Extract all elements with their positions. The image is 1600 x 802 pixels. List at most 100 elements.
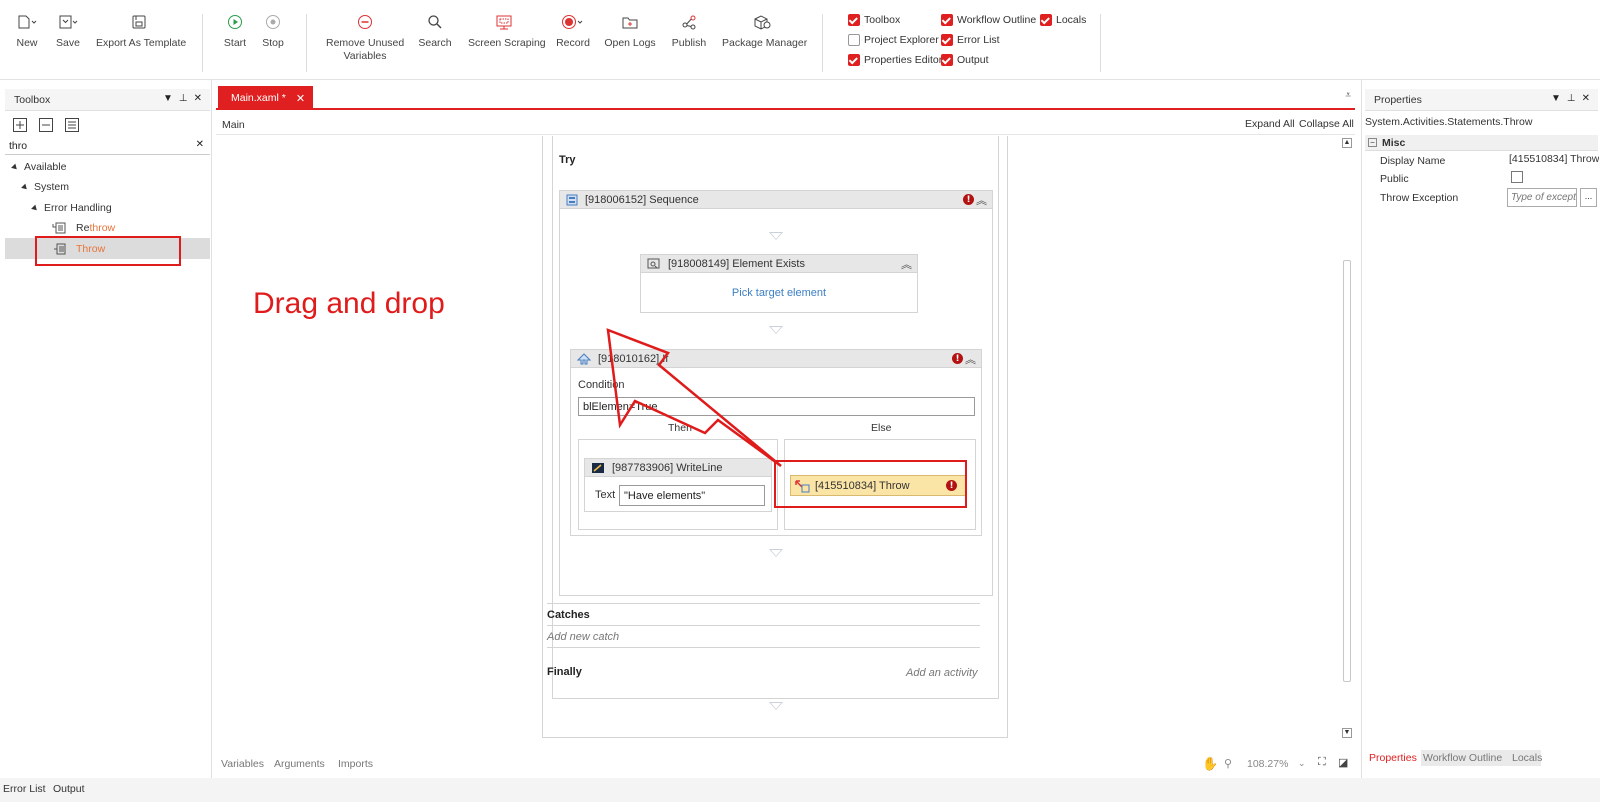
toolbox-panel: Toolbox ▼ ⊥ ✕ thro ✕ Available System Er… xyxy=(0,80,212,786)
throw-highlight-box xyxy=(35,236,181,266)
hand-pan-icon[interactable]: ✋ xyxy=(1202,756,1218,772)
tab-workflow-outline[interactable]: Workflow Outline xyxy=(1423,752,1502,764)
output-checkbox-label: Output xyxy=(957,54,989,66)
tree-item-rethrow[interactable]: Re throw xyxy=(52,222,115,234)
properties-editor-checkbox[interactable]: Properties Editor xyxy=(848,54,942,66)
toolbox-search-value: thro xyxy=(9,139,28,152)
toolbox-header: Toolbox ▼ ⊥ ✕ xyxy=(5,89,210,111)
overview-map-icon[interactable]: ◪ xyxy=(1338,756,1348,769)
tab-locals[interactable]: Locals xyxy=(1512,752,1542,764)
export-template-button[interactable]: Export As Template xyxy=(96,8,187,50)
tab-main-xaml[interactable]: Main.xaml * ✕ xyxy=(218,86,313,110)
share-icon xyxy=(682,15,696,30)
browse-type-button[interactable]: ... xyxy=(1580,188,1597,207)
export-template-label: Export As Template xyxy=(96,37,187,49)
tree-item-label: System xyxy=(34,181,70,193)
workflow-outline-checkbox[interactable]: Workflow Outline xyxy=(941,14,1036,26)
tab-properties[interactable]: Properties xyxy=(1369,752,1417,764)
search-label: Search xyxy=(418,37,452,49)
display-name-value[interactable]: [415510834] Throw xyxy=(1509,153,1599,165)
close-tab-icon[interactable]: ✕ xyxy=(296,92,305,105)
pin-icon[interactable]: ⊥ xyxy=(1567,93,1576,104)
new-file-icon xyxy=(18,15,37,29)
new-button[interactable]: New xyxy=(14,8,40,50)
expanded-arrow-icon xyxy=(21,183,29,191)
export-template-icon xyxy=(132,15,146,29)
new-label: New xyxy=(16,37,38,49)
properties-type-name: System.Activities.Statements.Throw xyxy=(1365,116,1533,128)
stop-button[interactable]: Stop xyxy=(260,8,286,50)
tab-variables[interactable]: Variables xyxy=(221,758,264,770)
play-icon xyxy=(228,15,242,29)
project-explorer-checkbox[interactable]: Project Explorer xyxy=(848,34,939,46)
project-explorer-checkbox-label: Project Explorer xyxy=(864,34,939,46)
publish-button[interactable]: Publish xyxy=(670,8,708,50)
screen-scraping-button[interactable]: Screen Scraping xyxy=(468,8,546,50)
toolbox-checkbox-label: Toolbox xyxy=(864,14,901,26)
ribbon-separator xyxy=(822,14,823,72)
remove-unused-variables-button[interactable]: Remove Unused Variables xyxy=(326,8,404,63)
breadcrumb[interactable]: Main xyxy=(222,119,245,131)
checkbox-checked-icon xyxy=(941,14,953,26)
zoom-search-icon[interactable]: ⚲ xyxy=(1224,757,1232,770)
record-label: Record xyxy=(556,37,590,49)
properties-header: Properties ▼ ⊥ ✕ xyxy=(1365,89,1598,111)
close-icon[interactable]: ✕ xyxy=(1582,93,1590,104)
dropdown-icon[interactable]: ▼ xyxy=(1551,93,1561,104)
tab-imports[interactable]: Imports xyxy=(338,758,373,770)
workflow-canvas[interactable]: Try [918006152] Sequence ! ︽ [918008149]… xyxy=(216,136,1355,756)
zoom-dropdown-icon[interactable]: ⌄ xyxy=(1298,758,1306,769)
tab-arguments[interactable]: Arguments xyxy=(274,758,325,770)
package-manager-button[interactable]: Package Manager xyxy=(722,8,807,50)
ribbon-separator xyxy=(1100,14,1101,72)
rethrow-activity-icon xyxy=(52,222,66,234)
zoom-level[interactable]: 108.27% xyxy=(1247,758,1288,770)
tree-item-available[interactable]: Available xyxy=(11,161,66,173)
record-button[interactable]: Record xyxy=(556,8,590,50)
search-button[interactable]: Search xyxy=(418,8,452,50)
save-icon xyxy=(59,15,78,29)
misc-category[interactable]: − Misc xyxy=(1365,135,1598,151)
remove-icon xyxy=(358,15,372,29)
toolbox-checkbox[interactable]: Toolbox xyxy=(848,14,900,26)
pin-icon[interactable]: ⊥ xyxy=(179,93,188,104)
toolbox-search-input[interactable]: thro ✕ xyxy=(5,137,210,155)
start-button[interactable]: Start xyxy=(222,8,248,50)
expand-all-link[interactable]: Expand All xyxy=(1245,118,1295,130)
locals-checkbox[interactable]: Locals xyxy=(1040,14,1086,26)
dropdown-icon[interactable]: ▼ xyxy=(163,93,173,104)
tab-error-list[interactable]: Error List xyxy=(3,783,46,795)
output-checkbox[interactable]: Output xyxy=(941,54,989,66)
open-logs-button[interactable]: Open Logs xyxy=(604,8,656,50)
editor-bottom-bar: Variables Arguments Imports ✋ ⚲ 108.27% … xyxy=(216,756,1355,772)
expand-all-icon[interactable] xyxy=(12,117,28,133)
error-list-checkbox[interactable]: Error List xyxy=(941,34,1000,46)
collapse-all-link[interactable]: Collapse All xyxy=(1299,118,1354,130)
clear-search-icon[interactable]: ✕ xyxy=(196,139,204,150)
throw-exception-input[interactable] xyxy=(1507,188,1577,207)
checkbox-checked-icon xyxy=(941,54,953,66)
tab-overflow-icon[interactable]: ⩡ xyxy=(1345,90,1351,101)
publish-label: Publish xyxy=(671,37,707,49)
properties-title: Properties xyxy=(1374,93,1422,106)
checkbox-checked-icon xyxy=(848,14,860,26)
fit-to-screen-icon[interactable]: ⛶ xyxy=(1318,756,1326,769)
tab-output[interactable]: Output xyxy=(53,783,85,795)
toolbox-actions xyxy=(12,117,80,133)
checkbox-checked-icon xyxy=(1040,14,1052,26)
start-label: Start xyxy=(223,37,247,49)
save-label: Save xyxy=(56,37,80,49)
tree-item-error-handling[interactable]: Error Handling xyxy=(31,202,112,214)
misc-category-label: Misc xyxy=(1382,136,1406,149)
collapse-category-icon[interactable]: − xyxy=(1368,138,1377,147)
list-view-icon[interactable] xyxy=(64,117,80,133)
public-checkbox[interactable] xyxy=(1511,171,1523,183)
collapse-all-icon[interactable] xyxy=(38,117,54,133)
close-icon[interactable]: ✕ xyxy=(194,93,202,104)
save-button[interactable]: Save xyxy=(54,8,82,50)
checkbox-checked-icon xyxy=(848,54,860,66)
ribbon-toolbar: New Save Export As Template Start Stop R… xyxy=(0,0,1600,80)
properties-editor-checkbox-label: Properties Editor xyxy=(864,54,943,66)
stop-label: Stop xyxy=(262,37,284,49)
tree-item-system[interactable]: System xyxy=(21,181,70,193)
